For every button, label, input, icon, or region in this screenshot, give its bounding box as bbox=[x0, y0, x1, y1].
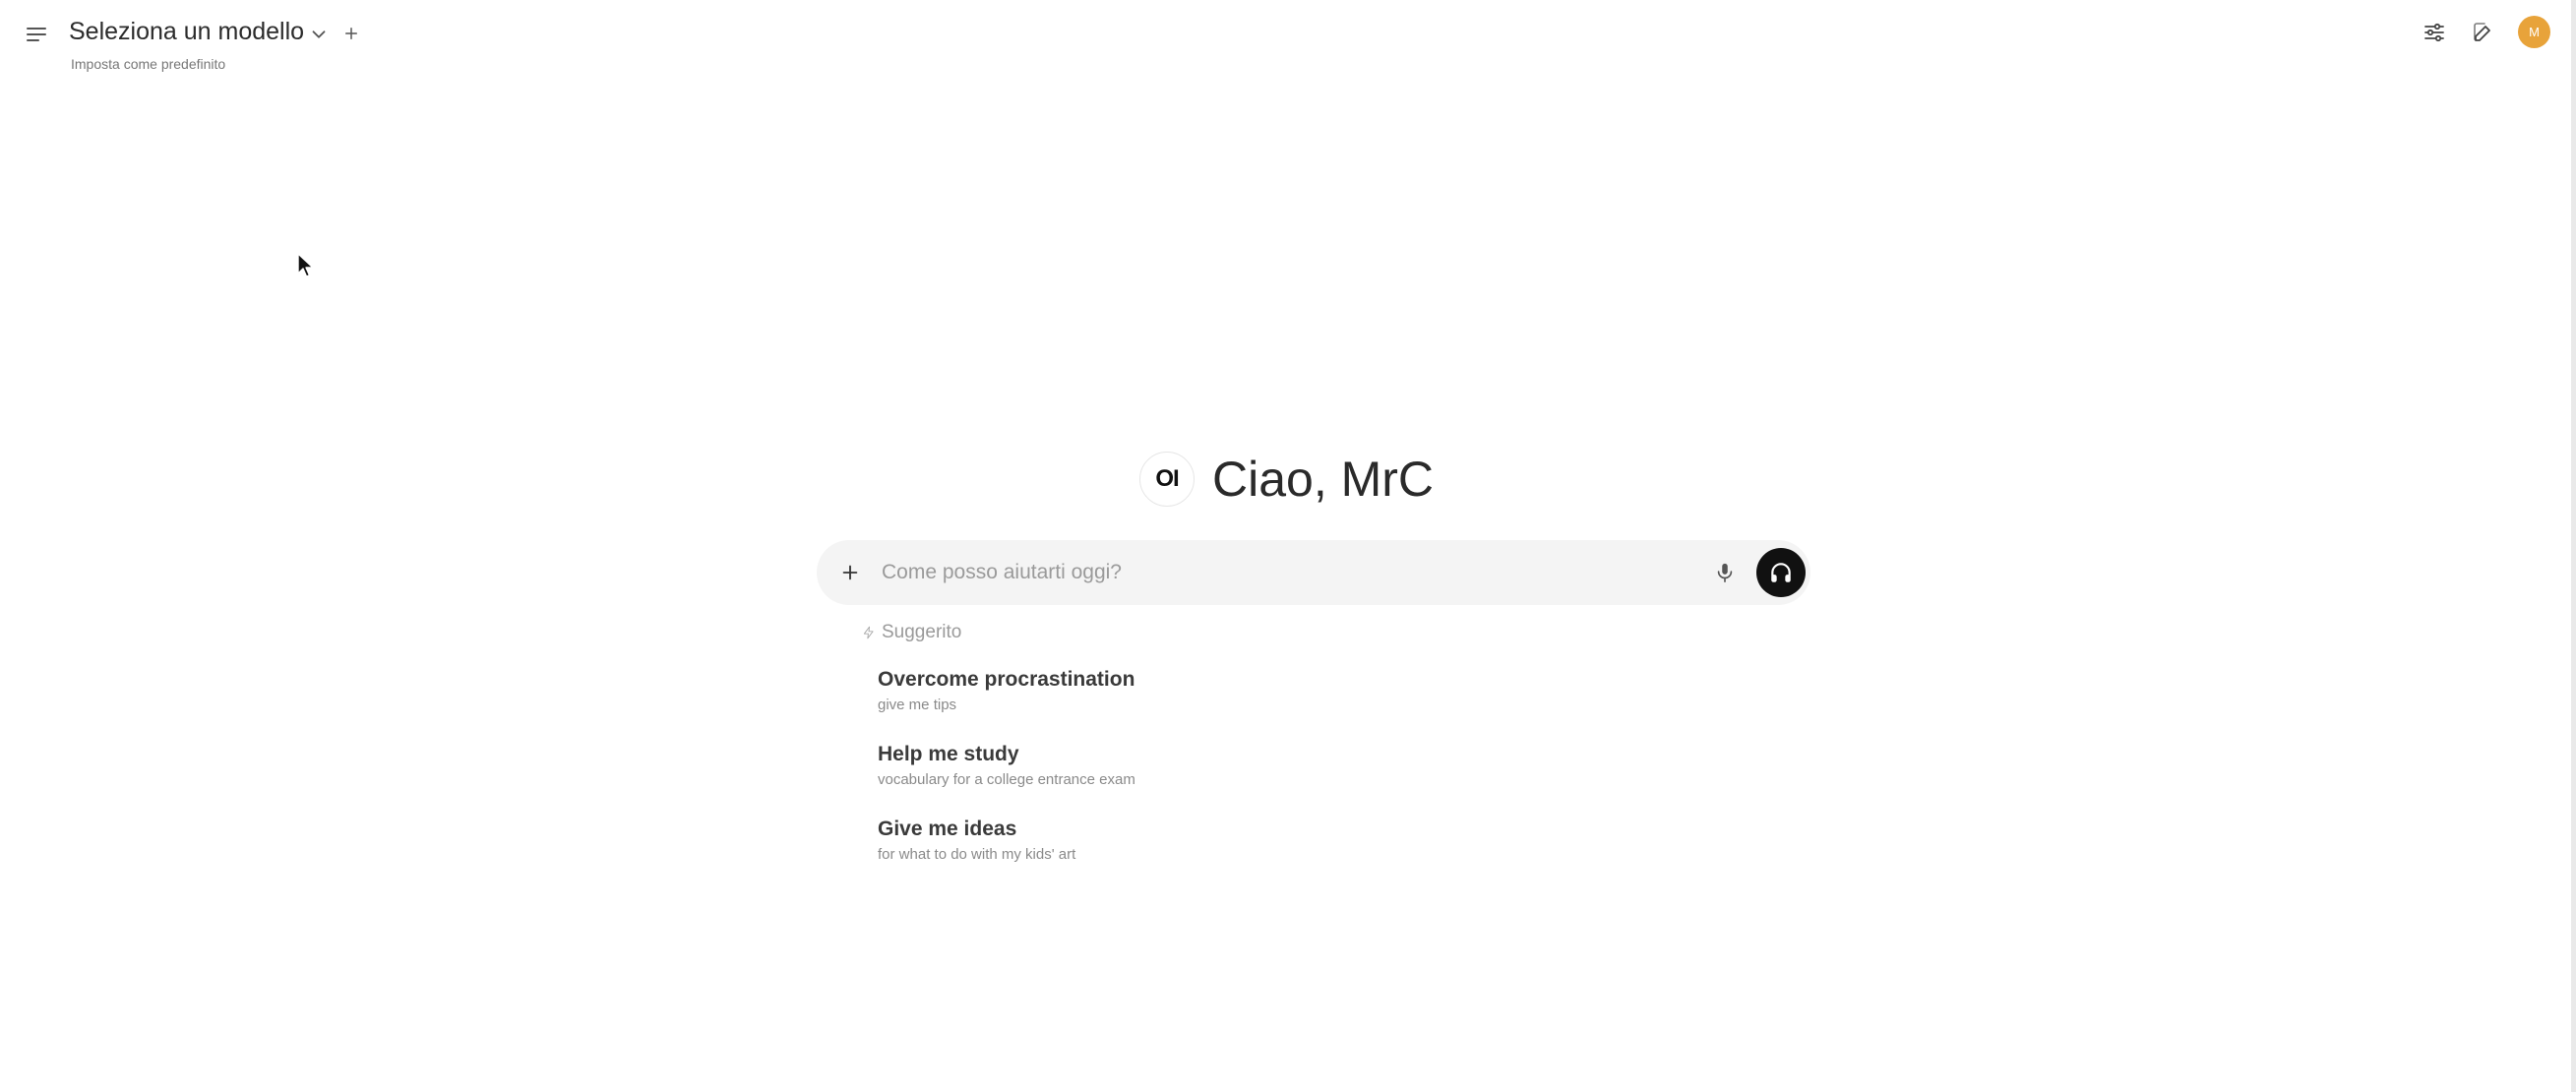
suggestion-item[interactable]: Give me ideas for what to do with my kid… bbox=[878, 815, 1468, 889]
suggestion-item[interactable]: Overcome procrastination give me tips bbox=[878, 665, 1468, 740]
suggestion-list: Overcome procrastination give me tips He… bbox=[878, 665, 1468, 889]
new-chat-button[interactable] bbox=[2469, 18, 2498, 47]
suggestion-item[interactable]: Help me study vocabulary for a college e… bbox=[878, 740, 1468, 815]
voice-mode-button[interactable] bbox=[1756, 548, 1806, 597]
headphones-icon bbox=[1771, 563, 1791, 582]
header-actions: M bbox=[2420, 16, 2550, 48]
sidebar-toggle-button[interactable] bbox=[22, 20, 51, 49]
chat-page: Seleziona un modello Imposta come predef… bbox=[0, 0, 2576, 1092]
menu-icon bbox=[27, 28, 46, 41]
plus-icon bbox=[842, 565, 858, 580]
model-logo: OI bbox=[1139, 452, 1195, 507]
suggestion-title: Help me study bbox=[878, 743, 1019, 765]
mouse-cursor-icon bbox=[297, 253, 314, 277]
suggestion-subtitle: vocabulary for a college entrance exam bbox=[878, 771, 1135, 788]
suggestions-header: Suggerito bbox=[862, 622, 961, 643]
pencil-icon bbox=[2474, 22, 2490, 41]
model-selector-chevron[interactable] bbox=[308, 24, 330, 45]
model-selector-title[interactable]: Seleziona un modello bbox=[69, 18, 304, 46]
microphone-icon bbox=[1717, 563, 1733, 582]
dictate-button[interactable] bbox=[1707, 555, 1743, 590]
suggestion-title: Overcome procrastination bbox=[878, 668, 1135, 691]
suggestions-header-label: Suggerito bbox=[882, 622, 962, 642]
set-default-link[interactable]: Imposta come predefinito bbox=[71, 56, 225, 72]
scrollbar-track[interactable] bbox=[2571, 0, 2576, 1092]
suggestion-subtitle: give me tips bbox=[878, 697, 957, 713]
greeting-text: Ciao, MrC bbox=[1212, 452, 1435, 507]
suggestion-title: Give me ideas bbox=[878, 818, 1017, 840]
chat-input-bar bbox=[817, 540, 1810, 605]
bolt-icon bbox=[863, 626, 874, 639]
avatar[interactable]: M bbox=[2518, 16, 2550, 48]
chat-input[interactable] bbox=[880, 560, 1707, 585]
controls-button[interactable] bbox=[2420, 18, 2449, 47]
add-model-button[interactable] bbox=[339, 22, 363, 45]
sliders-icon bbox=[2424, 23, 2444, 41]
suggestion-subtitle: for what to do with my kids' art bbox=[878, 846, 1076, 863]
plus-icon bbox=[345, 28, 357, 39]
chevron-down-icon bbox=[312, 30, 326, 38]
greeting: OI Ciao, MrC bbox=[1139, 451, 1434, 508]
attach-button[interactable] bbox=[830, 553, 870, 592]
